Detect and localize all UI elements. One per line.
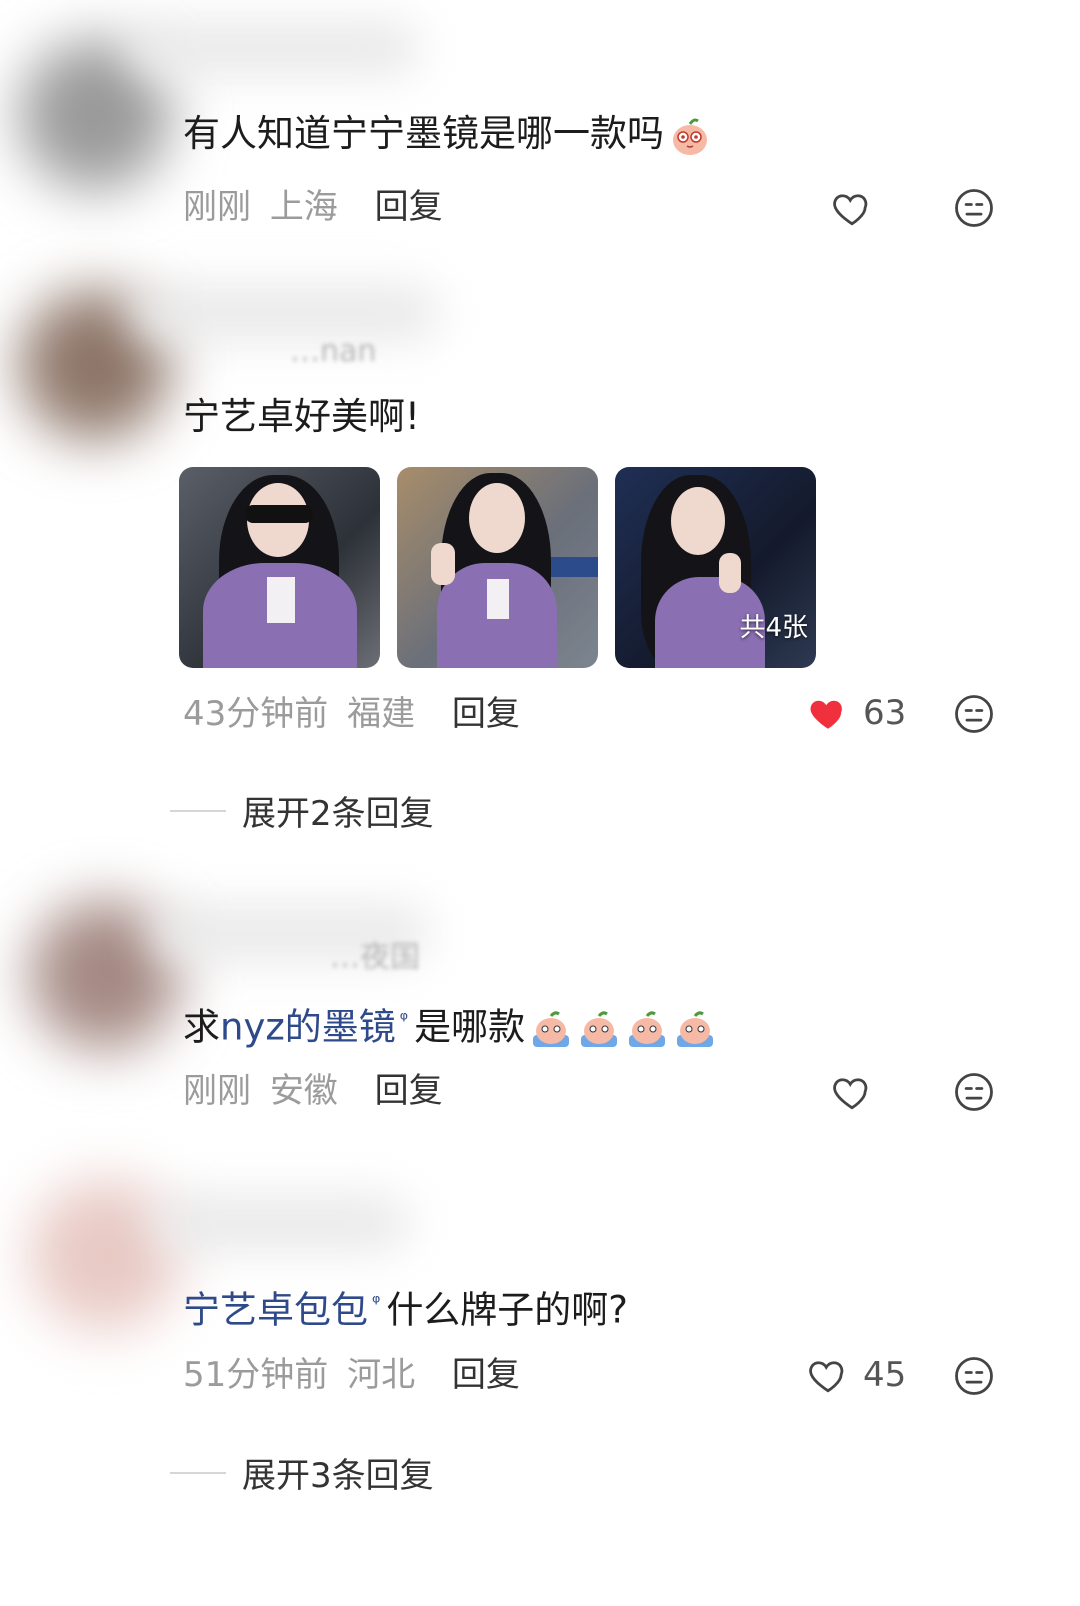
sunglasses [245,505,313,523]
search-link[interactable]: 宁艺卓包包 [183,1288,368,1331]
username-fragment: …nan [290,334,377,369]
crying-peach-emoji [533,1011,570,1047]
heart-outline-icon [809,1361,844,1393]
reply-button[interactable]: 回复 [375,187,443,227]
neutral-face-icon[interactable] [953,187,995,229]
comment-meta: 43分钟前 福建 回复 [183,692,520,736]
username-blurred[interactable] [130,285,440,341]
comment-time: 刚刚 [183,1071,251,1111]
username-blurred[interactable] [130,20,420,76]
crying-peach-emoji [629,1011,666,1047]
heart-filled-icon [810,700,842,729]
crying-peach-emoji [677,1011,714,1047]
comment-meta: 51分钟前 河北 回复 [183,1353,520,1397]
comment-photo[interactable]: 共4张 [615,467,816,668]
comment-text: 宁艺卓包包 ᵠ 什么牌子的啊? [183,1288,628,1332]
reply-button[interactable]: 回复 [452,1355,520,1395]
username-blurred[interactable] [150,1195,410,1251]
divider [170,809,226,812]
comment-time: 43分钟前 [183,694,329,734]
search-icon[interactable]: ᵠ [372,1290,380,1314]
neutral-face-icon[interactable] [953,693,995,735]
comment-meta: 刚刚 上海 回复 [183,185,443,229]
neutral-face-icon[interactable] [953,1355,995,1397]
heart-outline-icon[interactable] [831,1071,873,1113]
heart-outline-icon[interactable] [831,187,873,229]
comment-text: 有人知道宁宁墨镜是哪一款吗 [183,110,712,158]
neutral-face-icon[interactable] [953,1071,995,1113]
comment-photo[interactable] [179,467,380,668]
peach-emoji [673,118,707,155]
like-button[interactable]: 45 [807,1354,906,1396]
comment-location: 福建 [347,694,416,734]
like-button[interactable]: 63 [807,692,906,734]
comment-location: 河北 [347,1355,416,1395]
search-icon[interactable]: ᵠ [400,1007,408,1031]
divider [170,1471,226,1474]
like-count: 63 [863,693,907,733]
comment-meta: 刚刚 安徽 回复 [183,1069,443,1113]
comment-photo[interactable] [397,467,598,668]
comment-time: 刚刚 [183,187,251,227]
username-fragment: …夜国 [330,940,420,975]
comment-location: 上海 [269,187,338,227]
expand-replies-button[interactable]: 展开3条回复 [170,1448,434,1497]
search-link[interactable]: nyz的墨镜 [220,1005,396,1048]
reply-button[interactable]: 回复 [452,694,520,734]
like-count: 45 [863,1355,907,1395]
expand-replies-button[interactable]: 展开2条回复 [170,786,434,835]
comment-location: 安徽 [269,1071,338,1111]
reply-button[interactable]: 回复 [375,1071,443,1111]
comment-text: 求nyz的墨镜 ᵠ 是哪款 [183,995,717,1051]
crying-peach-emoji [581,1011,618,1047]
comment-text: 宁艺卓好美啊! [183,395,420,438]
photo-count-badge: 共4张 [739,613,808,643]
comment-time: 51分钟前 [183,1355,329,1395]
